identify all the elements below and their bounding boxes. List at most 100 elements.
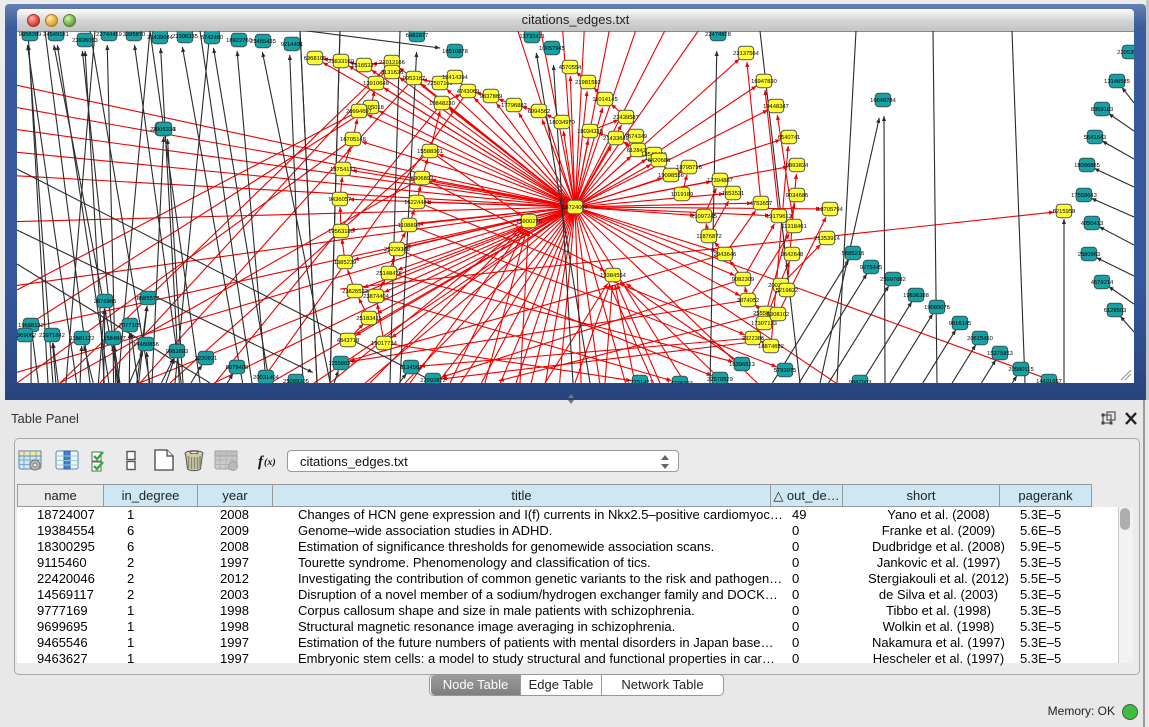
svg-text:4743069: 4743069 [457, 88, 480, 95]
svg-text:17559643: 17559643 [1071, 192, 1097, 199]
svg-text:13910648: 13910648 [363, 80, 389, 87]
svg-text:20031404: 20031404 [253, 374, 280, 381]
svg-text:18874652: 18874652 [758, 343, 784, 350]
svg-text:11558837: 11558837 [328, 360, 353, 367]
svg-text:9214491: 9214491 [281, 41, 304, 48]
svg-text:13179613: 13179613 [766, 213, 792, 220]
svg-text:25183411: 25183411 [356, 315, 381, 322]
svg-text:4679214: 4679214 [1091, 279, 1114, 286]
svg-text:16396513: 16396513 [729, 361, 755, 368]
svg-text:9953167: 9953167 [403, 75, 426, 82]
svg-text:6306893: 6306893 [411, 175, 434, 182]
svg-text:11014145: 11014145 [592, 96, 617, 103]
svg-text:16705148: 16705148 [340, 136, 366, 143]
svg-text:11584847: 11584847 [100, 335, 125, 342]
svg-text:6742460: 6742460 [201, 34, 224, 41]
svg-text:3322386: 3322386 [742, 335, 765, 342]
svg-text:9034686: 9034686 [786, 192, 809, 199]
svg-text:19563180: 19563180 [328, 228, 354, 235]
svg-text:8359183: 8359183 [1091, 106, 1114, 113]
svg-text:15375853: 15375853 [987, 350, 1013, 357]
svg-text:20994697: 20994697 [346, 108, 372, 115]
svg-text:8079409: 8079409 [226, 364, 249, 371]
svg-text:19448347: 19448347 [763, 103, 789, 110]
svg-text:18096865: 18096865 [1074, 162, 1100, 169]
svg-text:16510878: 16510878 [442, 48, 468, 55]
svg-text:4050413: 4050413 [1081, 220, 1104, 227]
svg-text:6368105: 6368105 [304, 55, 327, 62]
svg-text:2876966: 2876966 [94, 298, 117, 305]
svg-text:23874404: 23874404 [363, 293, 390, 300]
svg-text:22439587: 22439587 [613, 114, 639, 121]
svg-text:22570529: 22570529 [707, 376, 733, 383]
svg-text:3642648: 3642648 [781, 251, 804, 258]
svg-text:23971842: 23971842 [39, 332, 65, 339]
svg-text:6420686: 6420686 [648, 157, 671, 164]
svg-text:9983893: 9983893 [166, 348, 189, 355]
svg-text:25997682: 25997682 [880, 276, 906, 283]
svg-text:17394887: 17394887 [707, 177, 733, 184]
svg-text:1385239: 1385239 [334, 259, 357, 266]
svg-text:24549181: 24549181 [43, 31, 69, 38]
svg-text:8215958: 8215958 [1053, 208, 1076, 215]
svg-text:18705794: 18705794 [817, 206, 844, 213]
svg-text:9837869: 9837869 [480, 93, 503, 100]
svg-text:2905334: 2905334 [153, 126, 176, 133]
svg-text:23137564: 23137564 [733, 50, 760, 57]
svg-text:4753657: 4753657 [750, 200, 773, 207]
svg-text:8369062: 8369062 [17, 332, 36, 339]
svg-text:9893824: 9893824 [786, 162, 809, 169]
svg-text:2943646: 2943646 [714, 251, 737, 258]
svg-text:22474828: 22474828 [705, 31, 731, 38]
svg-text:1653531: 1653531 [722, 190, 745, 197]
svg-text:2580963: 2580963 [1078, 251, 1101, 258]
svg-text:17751421: 17751421 [627, 379, 653, 383]
svg-text:11881122: 11881122 [70, 335, 95, 342]
svg-text:5685216: 5685216 [842, 250, 865, 257]
svg-text:18034970: 18034970 [549, 119, 575, 126]
svg-text:6994562: 6994562 [528, 108, 551, 115]
svg-text:16224441: 16224441 [404, 199, 430, 206]
svg-text:18724007: 18724007 [562, 204, 588, 211]
svg-text:6128503: 6128503 [1104, 307, 1127, 314]
svg-text:10057945: 10057945 [539, 45, 565, 52]
svg-text:5641643: 5641643 [1084, 134, 1107, 141]
svg-text:21097245: 21097245 [691, 213, 717, 220]
svg-text:2077105: 2077105 [119, 322, 142, 329]
svg-text:25465435: 25465435 [250, 38, 276, 45]
svg-text:10848230: 10848230 [429, 100, 455, 107]
svg-text:19098556: 19098556 [658, 172, 684, 179]
svg-text:6482877: 6482877 [406, 32, 429, 39]
svg-text:22744459: 22744459 [96, 31, 122, 38]
svg-text:3395870: 3395870 [123, 31, 146, 38]
svg-text:5308102: 5308102 [767, 311, 790, 318]
svg-text:9275445: 9275445 [860, 264, 883, 271]
svg-text:21353914: 21353914 [814, 235, 841, 242]
svg-text:5793975: 5793975 [774, 367, 797, 374]
svg-text:3131636: 3131636 [381, 69, 404, 76]
svg-text:14275203: 14275203 [667, 380, 693, 383]
svg-text:23936053: 23936053 [72, 37, 98, 44]
svg-text:11318461: 11318461 [781, 223, 806, 230]
svg-text:14401657: 14401657 [1036, 378, 1062, 383]
svg-text:25229388: 25229388 [384, 246, 410, 253]
svg-text:13146585: 13146585 [1104, 78, 1130, 85]
svg-text:20580115: 20580115 [1008, 366, 1033, 373]
svg-text:5219822: 5219822 [776, 287, 799, 294]
svg-text:6540741: 6540741 [778, 134, 801, 141]
svg-text:9816145: 9816145 [949, 320, 972, 327]
svg-text:9436057: 9436057 [329, 196, 352, 203]
svg-text:1019189: 1019189 [671, 191, 694, 198]
svg-text:15165337: 15165337 [351, 62, 377, 69]
svg-text:3874052: 3874052 [737, 297, 760, 304]
svg-text:20615450: 20615450 [967, 335, 993, 342]
svg-text:8685577: 8685577 [137, 295, 160, 302]
svg-text:16648784: 16648784 [870, 97, 897, 104]
svg-text:11876872: 11876872 [696, 233, 721, 240]
svg-text:(x): (x) [264, 457, 276, 468]
svg-text:21439044: 21439044 [147, 34, 174, 41]
svg-text:17796882: 17796882 [501, 102, 527, 109]
svg-text:14460856: 14460856 [133, 341, 159, 348]
svg-text:9082309: 9082309 [732, 276, 755, 283]
svg-text:21981592: 21981592 [575, 79, 601, 86]
